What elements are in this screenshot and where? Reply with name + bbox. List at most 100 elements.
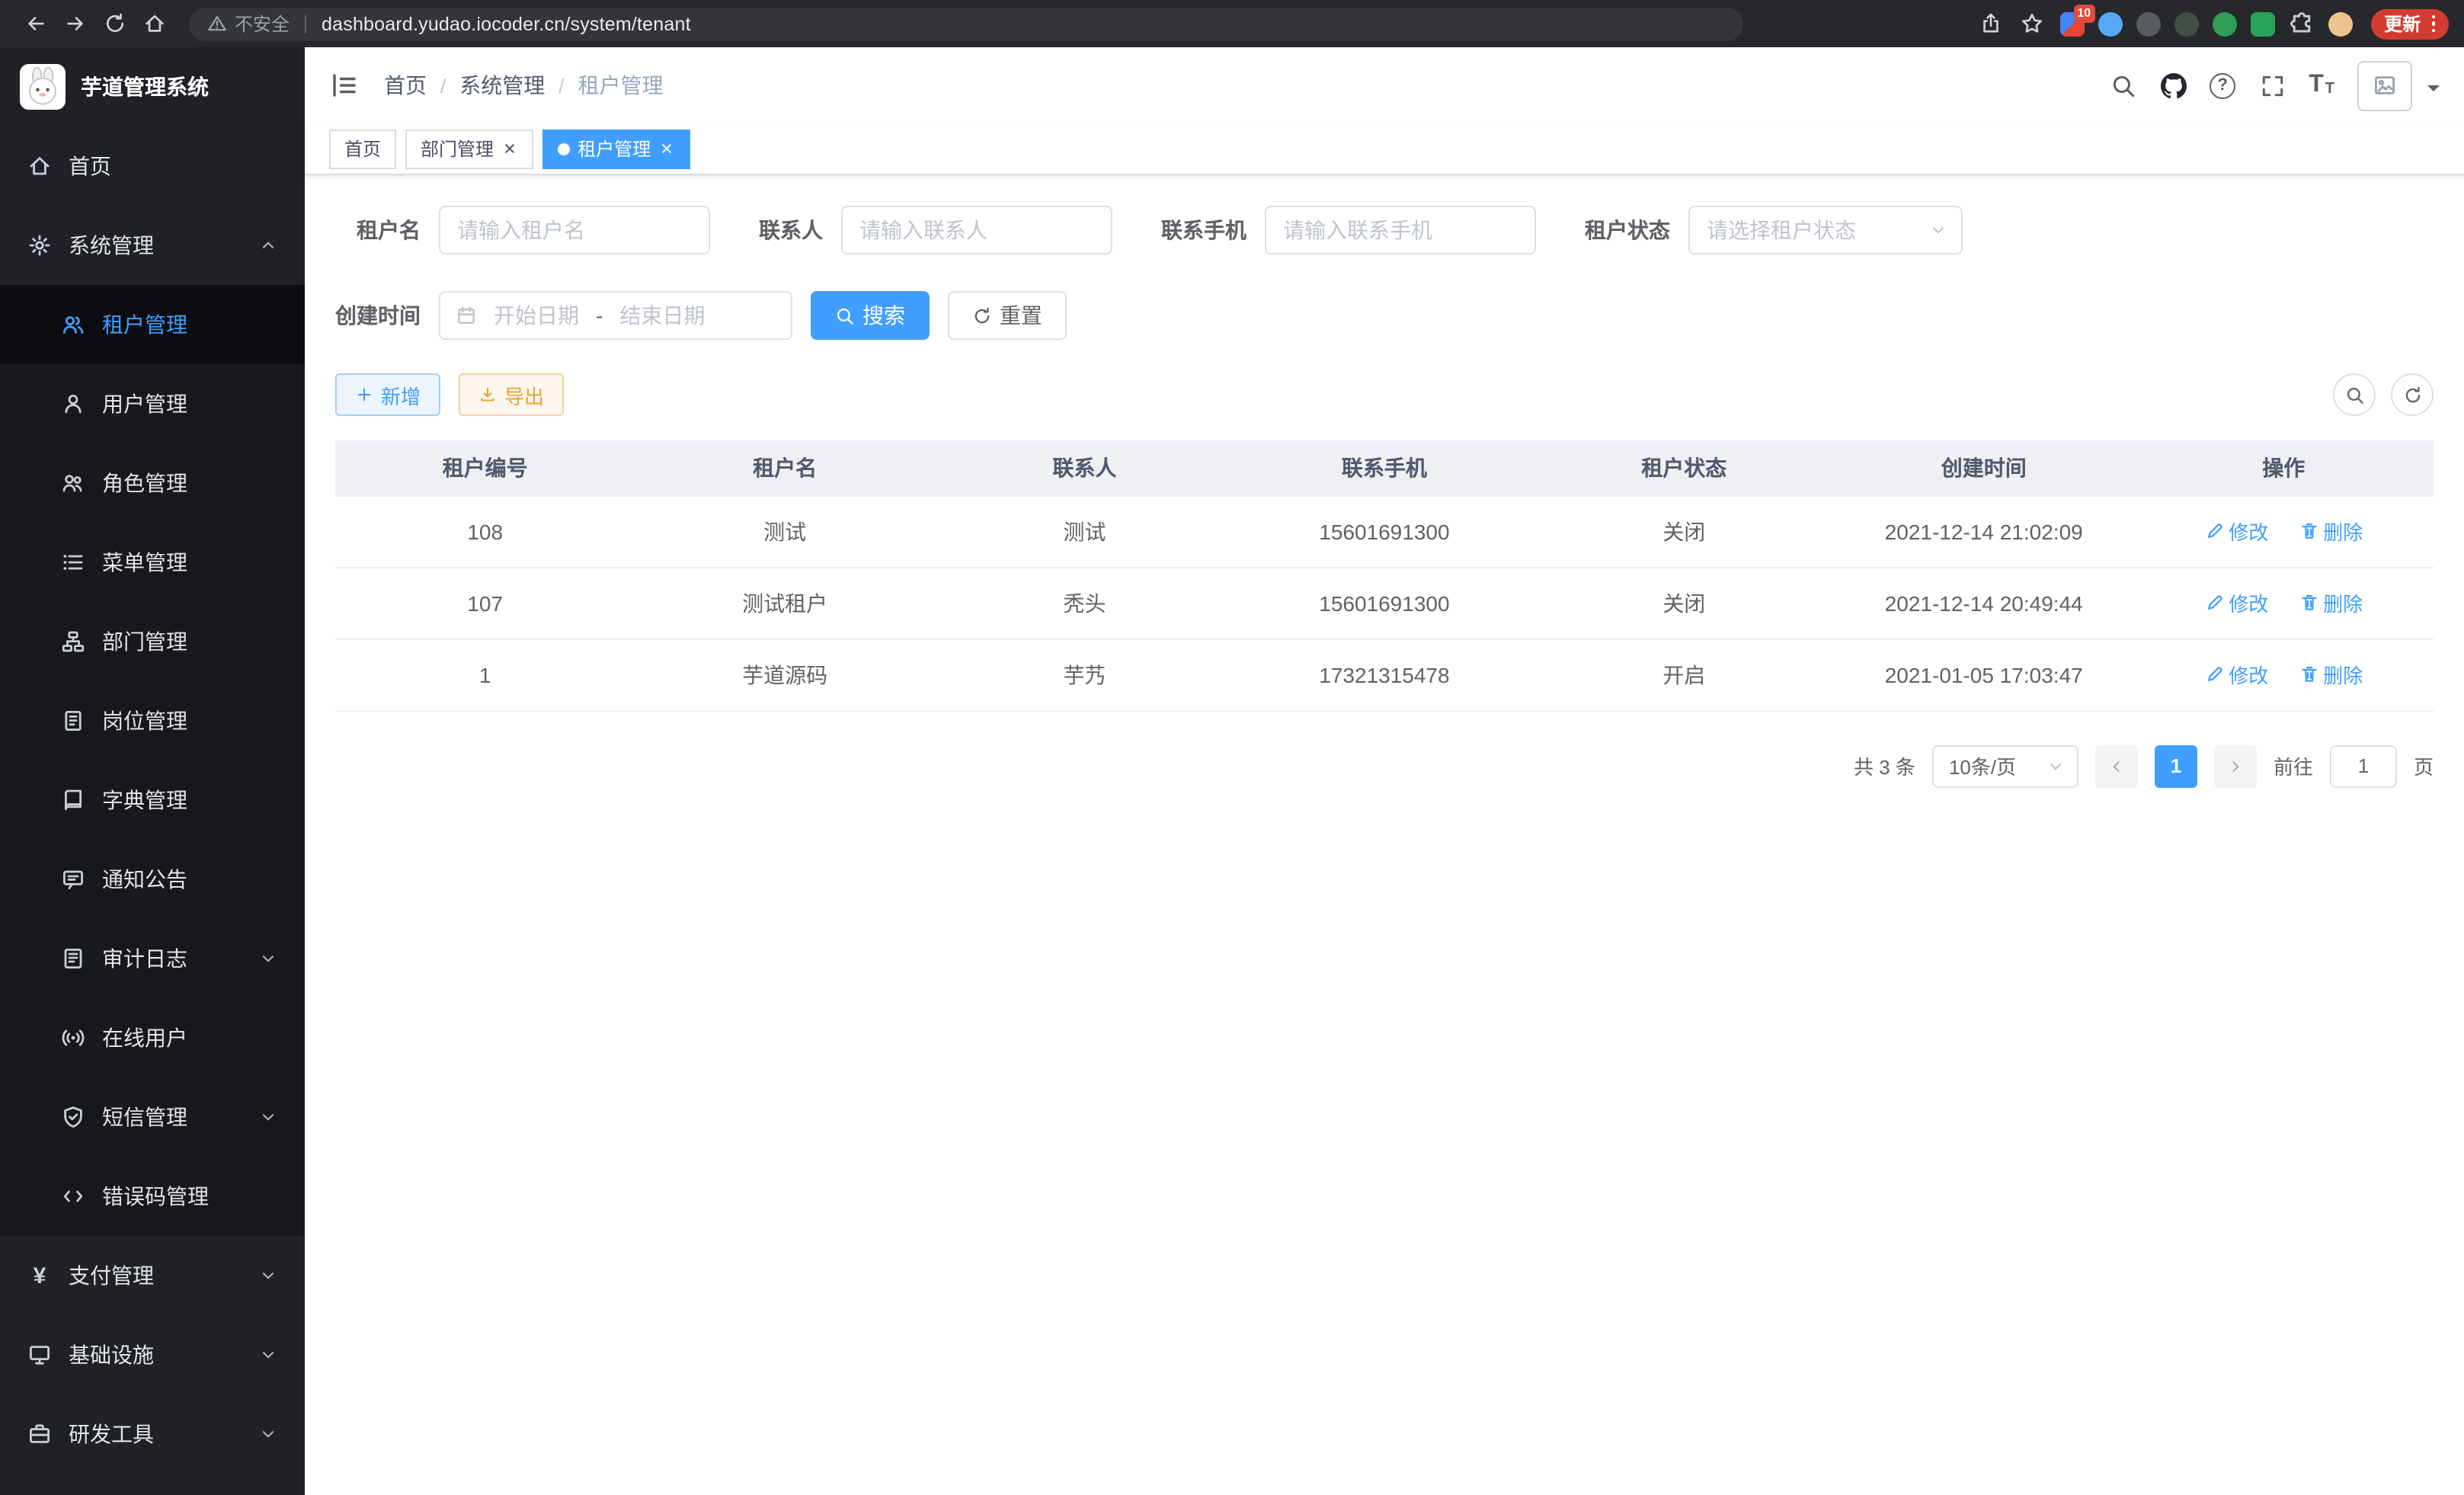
sidebar-item-notice[interactable]: 通知公告 xyxy=(0,840,305,919)
col-tenant-id: 租户编号 xyxy=(335,440,635,495)
sidebar-menu: 首页 系统管理 租户管理 用户管理 xyxy=(0,126,305,1474)
user-avatar[interactable] xyxy=(2357,60,2412,110)
tab-dept[interactable]: 部门管理 xyxy=(405,129,533,168)
page-number-button[interactable]: 1 xyxy=(2155,744,2197,787)
extension-icon-6[interactable] xyxy=(2250,11,2274,36)
refresh-table-button[interactable] xyxy=(2391,373,2434,416)
extensions-puzzle-icon[interactable] xyxy=(2288,11,2314,37)
sidebar-item-dept[interactable]: 部门管理 xyxy=(0,602,305,681)
browser-profile-avatar[interactable] xyxy=(2328,11,2352,36)
extension-icon-3[interactable] xyxy=(2136,11,2160,36)
edit-button[interactable]: 修改 xyxy=(2204,660,2268,689)
sidebar-item-tenant[interactable]: 租户管理 xyxy=(0,285,305,364)
broken-image-icon xyxy=(2373,73,2397,98)
browser-forward-button[interactable] xyxy=(55,4,94,43)
app-logo[interactable]: 芋道管理系统 xyxy=(0,47,305,126)
sidebar-item-error-code[interactable]: 错误码管理 xyxy=(0,1157,305,1236)
search-button[interactable]: 搜索 xyxy=(811,291,930,340)
chevron-down-icon xyxy=(2046,757,2065,775)
tenant-status-select[interactable]: 请选择租户状态 xyxy=(1688,206,1963,255)
contact-input[interactable] xyxy=(841,206,1112,255)
chevron-down-icon xyxy=(259,1108,277,1126)
breadcrumb-separator: / xyxy=(440,74,446,97)
infrastructure-icon xyxy=(27,1343,52,1367)
page-url: dashboard.yudao.iocoder.cn/system/tenant xyxy=(322,13,691,34)
extension-icon-5[interactable] xyxy=(2212,11,2236,36)
col-status: 租户状态 xyxy=(1534,440,1834,495)
tab-tenant[interactable]: 租户管理 xyxy=(542,129,690,168)
col-contact: 联系人 xyxy=(935,440,1234,495)
phone-input[interactable] xyxy=(1265,206,1536,255)
edit-button[interactable]: 修改 xyxy=(2204,517,2268,546)
tab-home[interactable]: 首页 xyxy=(329,129,396,168)
cell-tenant-id: 108 xyxy=(335,495,635,567)
trash-icon xyxy=(2299,664,2318,684)
cell-created: 2021-12-14 21:02:09 xyxy=(1834,495,2133,567)
sidebar-item-post[interactable]: 岗位管理 xyxy=(0,681,305,760)
security-label: 不安全 xyxy=(235,11,290,37)
sidebar-fold-icon[interactable] xyxy=(329,70,360,101)
logo-rabbit-image xyxy=(20,64,66,110)
avatar-caret-icon[interactable] xyxy=(2427,85,2440,98)
table-header-row: 租户编号 租户名 联系人 联系手机 租户状态 创建时间 操作 xyxy=(335,440,2434,495)
fullscreen-icon[interactable] xyxy=(2258,72,2286,99)
add-button[interactable]: 新增 xyxy=(335,373,440,416)
share-icon[interactable] xyxy=(1977,10,2005,37)
next-page-button[interactable] xyxy=(2214,744,2257,787)
prev-page-button[interactable] xyxy=(2095,744,2138,787)
refresh-icon xyxy=(972,306,992,325)
sidebar-item-payment[interactable]: 支付管理 xyxy=(0,1236,305,1315)
delete-button[interactable]: 删除 xyxy=(2299,517,2363,546)
cell-actions: 修改 删除 xyxy=(2133,567,2434,639)
page-size-select[interactable]: 10条/页 xyxy=(1932,744,2078,787)
sidebar-item-home[interactable]: 首页 xyxy=(0,126,305,206)
pagination: 共 3 条 10条/页 1 前往 页 xyxy=(335,744,2434,818)
sidebar-item-system[interactable]: 系统管理 xyxy=(0,206,305,285)
github-icon[interactable] xyxy=(2159,72,2187,99)
close-icon[interactable] xyxy=(501,140,518,157)
browser-home-button[interactable] xyxy=(134,4,174,43)
sidebar-item-menu[interactable]: 菜单管理 xyxy=(0,523,305,602)
help-icon[interactable] xyxy=(2210,72,2235,98)
tags-bar: 首页 部门管理 租户管理 xyxy=(305,123,2464,175)
sidebar-item-infra[interactable]: 基础设施 xyxy=(0,1315,305,1394)
chevron-down-icon xyxy=(259,1346,277,1364)
export-button[interactable]: 导出 xyxy=(459,373,564,416)
reset-button[interactable]: 重置 xyxy=(948,291,1067,340)
address-bar[interactable]: 不安全 dashboard.yudao.iocoder.cn/system/te… xyxy=(189,7,1743,40)
font-size-icon[interactable] xyxy=(2309,73,2334,98)
extension-icon-1[interactable]: 10 xyxy=(2059,11,2084,36)
browser-menu-icon[interactable] xyxy=(2431,14,2435,32)
sidebar-item-devtools[interactable]: 研发工具 xyxy=(0,1394,305,1474)
sidebar-item-user[interactable]: 用户管理 xyxy=(0,364,305,443)
col-phone: 联系手机 xyxy=(1234,440,1534,495)
browser-reload-button[interactable] xyxy=(94,4,134,43)
extension-icon-4[interactable] xyxy=(2174,11,2198,36)
search-icon[interactable] xyxy=(2109,72,2136,99)
goto-page-input[interactable] xyxy=(2330,744,2397,787)
delete-button[interactable]: 删除 xyxy=(2299,660,2363,689)
sidebar-item-online-user[interactable]: 在线用户 xyxy=(0,998,305,1077)
bookmark-star-icon[interactable] xyxy=(2018,10,2046,37)
toggle-search-button[interactable] xyxy=(2333,373,2376,416)
breadcrumb-system[interactable]: 系统管理 xyxy=(459,70,545,101)
sidebar-item-role[interactable]: 角色管理 xyxy=(0,443,305,523)
create-time-range-picker[interactable]: 开始日期 - 结束日期 xyxy=(439,291,792,340)
tenant-name-input[interactable] xyxy=(439,206,710,255)
sms-shield-icon xyxy=(61,1105,85,1129)
cell-tenant-name: 测试 xyxy=(635,495,934,567)
extension-icon-2[interactable] xyxy=(2098,11,2122,36)
edit-button[interactable]: 修改 xyxy=(2204,588,2268,617)
browser-update-button[interactable]: 更新 xyxy=(2370,8,2449,39)
sidebar-item-sms[interactable]: 短信管理 xyxy=(0,1077,305,1157)
browser-back-button[interactable] xyxy=(15,4,55,43)
dictionary-icon xyxy=(61,788,85,812)
security-status[interactable]: 不安全 xyxy=(207,11,290,37)
create-time-label: 创建时间 xyxy=(335,300,421,331)
sidebar-item-dict[interactable]: 字典管理 xyxy=(0,760,305,840)
delete-button[interactable]: 删除 xyxy=(2299,588,2363,617)
breadcrumb-home[interactable]: 首页 xyxy=(384,70,427,101)
app-navbar: 首页 / 系统管理 / 租户管理 xyxy=(305,47,2464,123)
sidebar-item-audit-log[interactable]: 审计日志 xyxy=(0,919,305,998)
close-icon[interactable] xyxy=(658,140,675,157)
